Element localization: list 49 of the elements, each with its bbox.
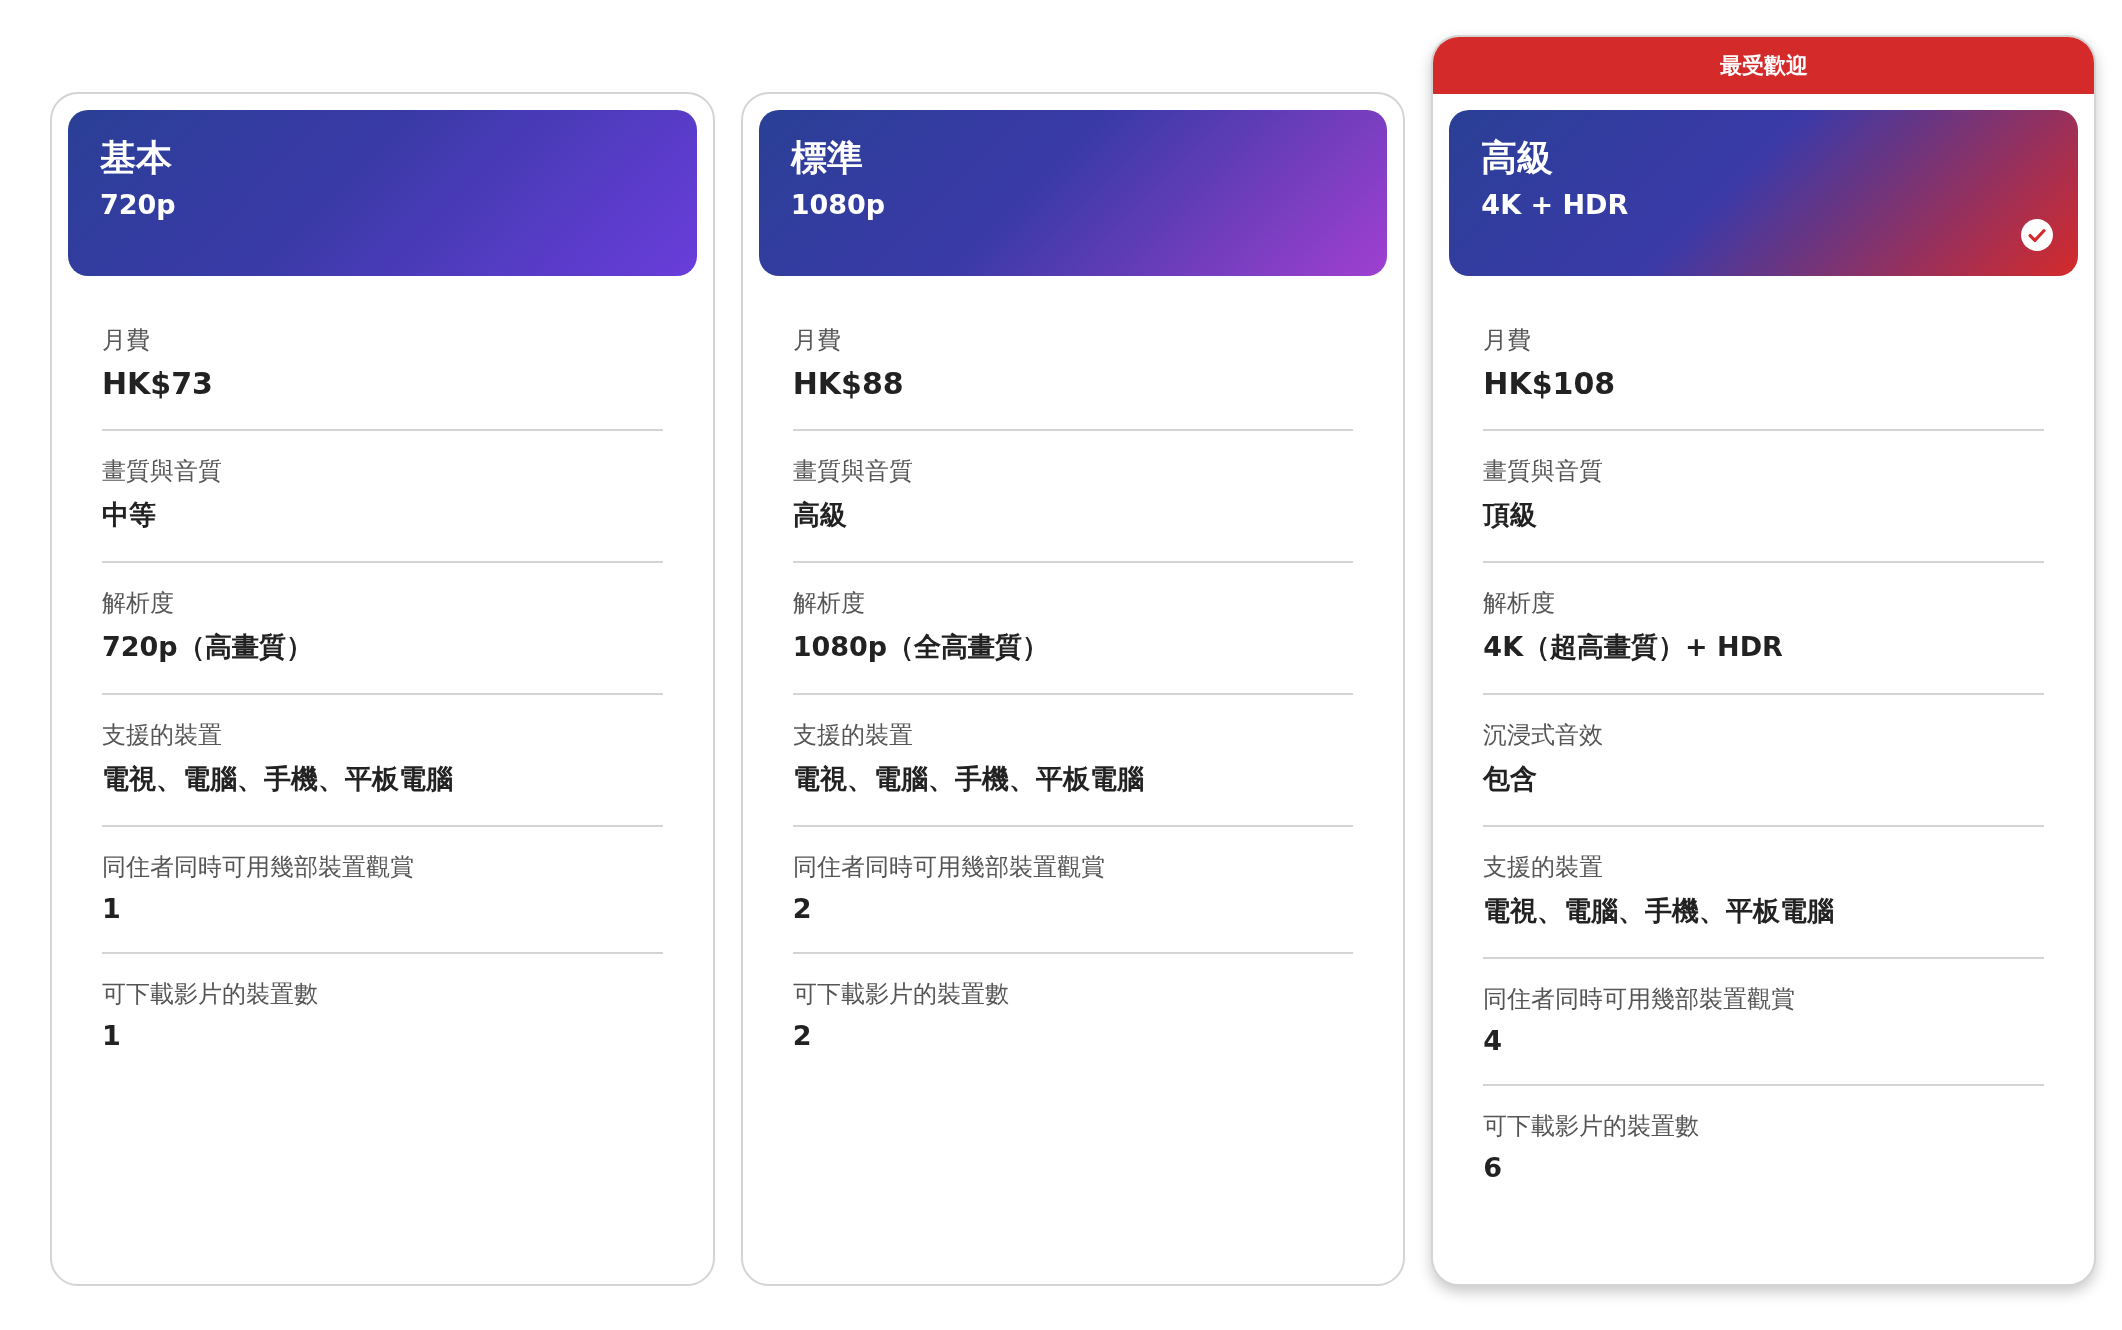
feature-value: 包含 [1483,762,1539,796]
feature-label: 畫質與音質 [1483,456,1605,487]
feature-label: 解析度 [1483,588,1557,619]
plan-name: 標準 [790,136,864,180]
feature-label: 支援的裝置 [102,720,223,751]
feature-value: HK$88 [792,366,905,401]
plan-resolution: 1080p [790,189,887,220]
feature-label: 同住者同時可用幾部裝置觀賞 [1483,984,1797,1015]
feature-value: 1 [102,893,122,924]
feature-value: 1080p（全高畫質） [792,630,1051,664]
feature-value: HK$73 [102,366,214,401]
feature-value: 中等 [102,498,157,532]
feature-label: 支援的裝置 [792,720,914,751]
feature-label: 支援的裝置 [1483,852,1605,883]
feature-label: 可下載影片的裝置數 [792,979,1010,1010]
feature-value: 電視、電腦、手機、平板電腦 [102,762,454,796]
popular-banner: 最受歡迎 [1433,37,2094,94]
feature-label: 月費 [102,325,151,356]
feature-value: 頂級 [1483,498,1539,532]
plan-card[interactable]: 標準 1080p 月費 HK$88 畫質與音質 高級 解析度 1080p（全高畫質） 支援的裝置 電視、電腦、手機、平板電腦 同住者同時可用幾部裝置觀賞 2 可下載影片的裝置數 2 [740,92,1406,1286]
feature-label: 可下載影片的裝置數 [102,979,319,1010]
feature-value: HK$108 [1483,366,1617,401]
plan-name: 高級 [1481,136,1555,180]
plan-card[interactable]: 基本 720p 月費 HK$73 畫質與音質 中等 解析度 720p（高畫質） 支援的裝置 電視、電腦、手機、平板電腦 同住者同時可用幾部裝置觀賞 1 可下載影片的裝置數 1 [50,92,715,1286]
plan-resolution: 720p [100,189,177,220]
feature-label: 解析度 [102,588,175,619]
feature-label: 同住者同時可用幾部裝置觀賞 [792,852,1106,883]
feature-value: 電視、電腦、手機、平板電腦 [792,762,1145,796]
plan-card[interactable]: 最受歡迎 高級 4K + HDR 月費 HK$108 畫質與音質 頂級 解析度 4K（超高畫質）+ HDR 沉浸式音效 包含 支援的裝置 電視、電腦、手機、平板電腦 同住者同時可用幾部裝置觀賞 4 可下載影片的裝置數 6 [1431,35,2096,1286]
feature-value: 4 [1483,1025,1504,1056]
feature-label: 畫質與音質 [792,456,914,487]
feature-value: 高級 [792,498,848,532]
feature-label: 解析度 [792,588,866,619]
feature-label: 月費 [792,325,842,356]
checkmark-icon [2020,218,2054,252]
feature-value: 6 [1483,1152,1504,1183]
feature-value: 4K（超高畫質）+ HDR [1483,630,1784,664]
feature-label: 畫質與音質 [102,456,223,487]
feature-label: 可下載影片的裝置數 [1483,1111,1701,1142]
plan-name: 基本 [100,136,173,180]
feature-label: 同住者同時可用幾部裝置觀賞 [102,852,415,883]
feature-value: 電視、電腦、手機、平板電腦 [1483,894,1836,928]
feature-value: 2 [792,1020,813,1051]
feature-label: 月費 [1483,325,1533,356]
feature-label: 沉浸式音效 [1483,720,1605,751]
plan-resolution: 4K + HDR [1481,189,1630,220]
feature-value: 2 [792,893,813,924]
feature-value: 720p（高畫質） [102,630,314,664]
feature-value: 1 [102,1020,122,1051]
